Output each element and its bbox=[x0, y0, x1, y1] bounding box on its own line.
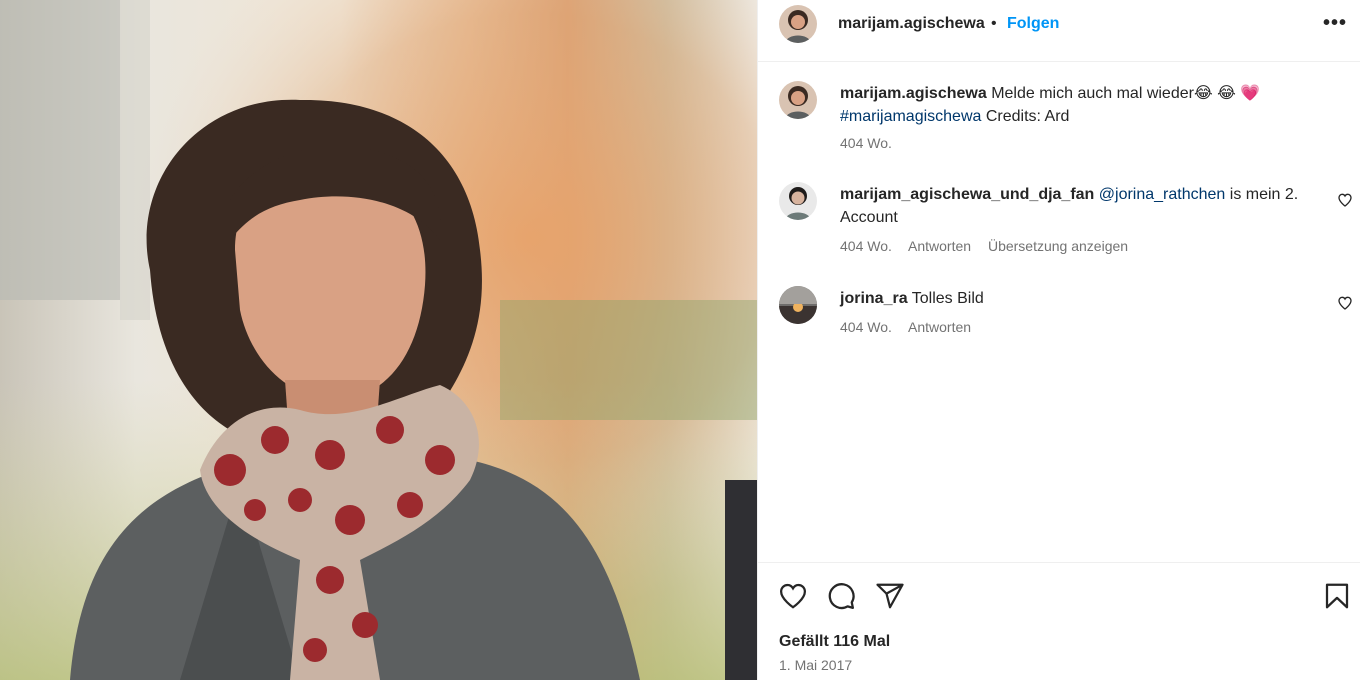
bookmark-icon[interactable] bbox=[1322, 581, 1352, 611]
likes-count[interactable]: Gefällt 116 Mal bbox=[779, 633, 890, 651]
comment-text: marijam_agischewa_und_dja_fan @jorina_ra… bbox=[840, 184, 1320, 229]
caption-username[interactable]: marijam.agischewa bbox=[840, 85, 987, 102]
caption-hashtag[interactable]: #marijamagischewa bbox=[840, 108, 981, 125]
commenter-avatar[interactable] bbox=[779, 286, 817, 324]
caption-body: Melde mich auch mal wieder😂 😂 💗 bbox=[986, 85, 1261, 102]
commenter-avatar[interactable] bbox=[779, 182, 817, 220]
author-avatar[interactable] bbox=[779, 5, 817, 43]
caption-text: marijam.agischewa Melde mich auch mal wi… bbox=[840, 83, 1320, 128]
small-heart-icon[interactable] bbox=[1337, 295, 1353, 311]
more-options-icon[interactable]: ••• bbox=[1323, 12, 1347, 35]
separator-dot: • bbox=[991, 15, 997, 32]
comment-meta: 404 Wo. Antworten Übersetzung anzeigen bbox=[840, 238, 1141, 254]
author-username[interactable]: marijam.agischewa bbox=[838, 15, 985, 33]
post-photo[interactable] bbox=[0, 0, 757, 680]
follow-button[interactable]: Folgen bbox=[1007, 15, 1059, 33]
caption-time[interactable]: 404 Wo. bbox=[840, 135, 892, 151]
translate-button[interactable]: Übersetzung anzeigen bbox=[988, 238, 1128, 254]
comment-meta: 404 Wo. Antworten bbox=[840, 319, 984, 335]
small-heart-icon[interactable] bbox=[1337, 192, 1353, 208]
comment-body: Tolles Bild bbox=[907, 290, 984, 307]
caption-credits: Credits: Ard bbox=[981, 107, 1070, 125]
post-actions: Gefällt 116 Mal 1. Mai 2017 bbox=[758, 562, 1360, 680]
post-header: marijam.agischewa • Folgen ••• bbox=[758, 0, 1360, 62]
heart-icon[interactable] bbox=[778, 581, 808, 611]
comment-mention[interactable]: @jorina_rathchen bbox=[1099, 186, 1226, 203]
comment-username[interactable]: marijam_agischewa_und_dja_fan bbox=[840, 186, 1094, 203]
reply-button[interactable]: Antworten bbox=[908, 319, 971, 335]
comment-icon[interactable] bbox=[826, 581, 856, 611]
caption-meta: 404 Wo. bbox=[840, 135, 905, 151]
share-icon[interactable] bbox=[875, 581, 905, 611]
comment-time[interactable]: 404 Wo. bbox=[840, 238, 892, 254]
post-date[interactable]: 1. Mai 2017 bbox=[779, 657, 852, 673]
reply-button[interactable]: Antworten bbox=[908, 238, 971, 254]
caption-avatar[interactable] bbox=[779, 81, 817, 119]
post-panel: marijam.agischewa • Folgen ••• marijam.a… bbox=[757, 0, 1360, 680]
comment-username[interactable]: jorina_ra bbox=[840, 290, 908, 307]
post-image bbox=[0, 0, 757, 680]
comment-time[interactable]: 404 Wo. bbox=[840, 319, 892, 335]
comment-text: jorina_ra Tolles Bild bbox=[840, 288, 1320, 311]
